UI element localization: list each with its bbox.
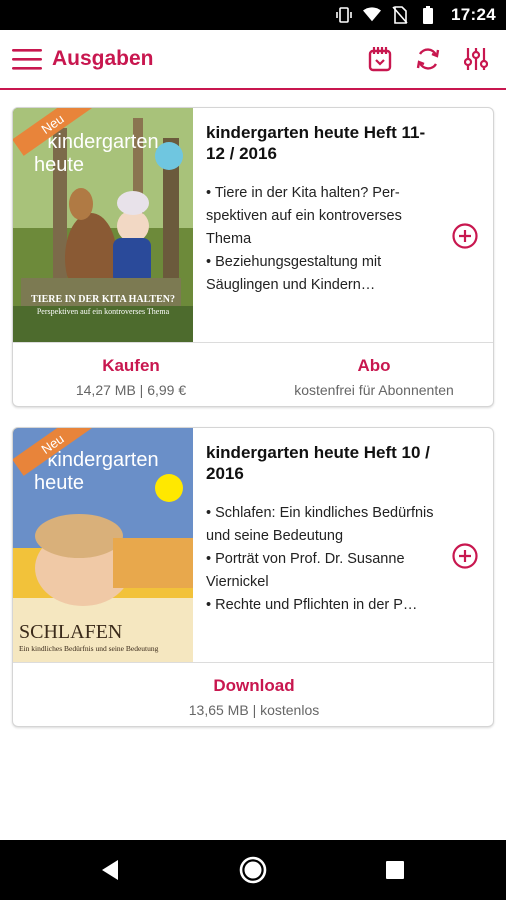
issue-cover[interactable]: kindergarten heute SCHLAFEN Ein kindlich…: [13, 428, 193, 662]
wifi-icon: [363, 6, 382, 24]
download-button[interactable]: Download 13,65 MB | kostenlos: [13, 663, 493, 726]
cover-image: kindergarten heute SCHLAFEN Ein kindlich…: [13, 428, 193, 662]
no-sim-icon: [391, 6, 409, 24]
back-triangle-icon: [102, 860, 118, 880]
add-button[interactable]: [451, 542, 479, 570]
plus-circle-icon: [452, 543, 478, 569]
filter-button[interactable]: [454, 36, 498, 82]
issue-card: kindergarten heute TIERE IN DER KITA HAL…: [12, 107, 494, 407]
issue-title: kindergarten heute Heft 10 / 2016: [206, 443, 430, 483]
buy-info: 14,27 MB | 6,99 €: [75, 382, 187, 398]
issue-card: kindergarten heute SCHLAFEN Ein kindlich…: [12, 427, 494, 727]
battery-icon: [419, 6, 437, 24]
subscription-info: kostenfrei für Abonnenten: [294, 382, 454, 398]
archive-box-icon: [368, 47, 392, 72]
issue-info: kindergarten heute Heft 10 / 2016 • Schl…: [206, 442, 436, 617]
description-line: • Porträt von Prof. Dr. Susanne Viernick…: [206, 551, 405, 590]
cover-image: kindergarten heute TIERE IN DER KITA HAL…: [13, 108, 193, 342]
plus-circle-icon: [452, 223, 478, 249]
download-label: Download: [213, 676, 295, 695]
home-button[interactable]: [235, 852, 271, 888]
recents-button[interactable]: [377, 852, 413, 888]
cover-headline: SCHLAFEN: [19, 621, 122, 643]
issue-description: • Tiere in der Kita halten? Per- spektiv…: [206, 182, 436, 297]
sliders-icon: [464, 48, 488, 70]
issue-description: • Schlafen: Ein kindliches Bedürfnis und…: [206, 502, 436, 617]
cover-subline: Perspektiven auf ein kontroverses Thema: [37, 307, 170, 316]
cover-masthead-sub: heute: [34, 472, 84, 494]
menu-button[interactable]: [4, 36, 50, 82]
add-button[interactable]: [451, 222, 479, 250]
archive-button[interactable]: [358, 36, 402, 82]
app-bar: Ausgaben: [0, 30, 506, 90]
description-line: • Rechte und Pflichten in der P…: [206, 597, 418, 613]
home-circle-icon: [239, 856, 267, 884]
issues-list: kindergarten heute TIERE IN DER KITA HAL…: [0, 92, 506, 840]
status-bar: 17:24: [0, 0, 506, 30]
issue-info: kindergarten heute Heft 11-12 / 2016 • T…: [206, 122, 436, 297]
page-title: Ausgaben: [52, 47, 154, 70]
refresh-button[interactable]: [406, 36, 450, 82]
hamburger-icon: [12, 49, 42, 70]
back-button[interactable]: [92, 852, 128, 888]
cover-masthead-sub: heute: [34, 154, 84, 176]
navigation-bar: [0, 840, 506, 900]
refresh-icon: [416, 48, 440, 70]
download-info: 13,65 MB | kostenlos: [188, 702, 320, 718]
vibrate-icon: [335, 6, 353, 24]
cover-masthead: kindergarten: [47, 131, 158, 153]
description-line: • Beziehungsgestaltung mit Säuglingen un…: [206, 254, 382, 293]
description-line: • Schlafen: Ein kindliches Bedürfnis und…: [206, 505, 434, 544]
description-line: • Tiere in der Kita halten? Per- spektiv…: [206, 185, 402, 247]
cover-subline: Ein kindliches Bedürfnis und seine Bedeu…: [19, 644, 159, 653]
buy-button[interactable]: Kaufen 14,27 MB | 6,99 €: [13, 343, 249, 406]
subscription-button[interactable]: Abo kostenfrei für Abonnenten: [259, 343, 489, 406]
subscription-label: Abo: [357, 356, 391, 375]
cover-masthead: kindergarten: [47, 449, 158, 471]
buy-label: Kaufen: [102, 356, 160, 375]
square-icon: [386, 861, 404, 879]
clock: 17:24: [451, 5, 496, 24]
issue-title: kindergarten heute Heft 11-12 / 2016: [206, 123, 426, 163]
cover-headline: TIERE IN DER KITA HALTEN?: [31, 294, 175, 305]
issue-cover[interactable]: kindergarten heute TIERE IN DER KITA HAL…: [13, 108, 193, 342]
